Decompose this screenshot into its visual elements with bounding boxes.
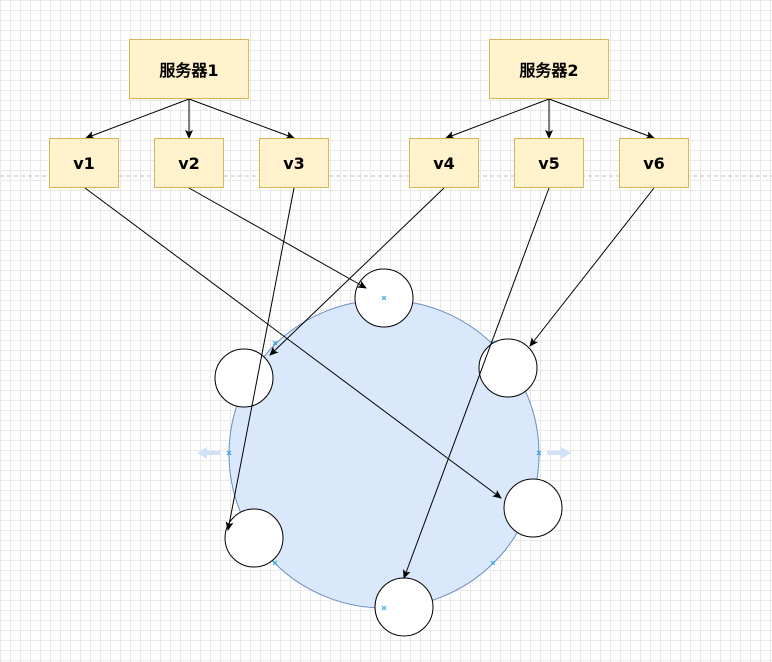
ring-node-right-upper bbox=[478, 338, 538, 398]
diagram-canvas bbox=[0, 98, 772, 637]
vnode-v2[interactable]: v2 bbox=[154, 138, 224, 188]
server-1-box[interactable]: 服务器1 bbox=[129, 39, 249, 99]
ring-node-left-lower bbox=[224, 508, 284, 568]
server-arrows bbox=[85, 98, 655, 139]
server-2-box[interactable]: 服务器2 bbox=[489, 39, 609, 99]
right-hint-arrow bbox=[547, 447, 571, 459]
ring-node-left-upper bbox=[214, 348, 274, 408]
vnode-v4[interactable]: v4 bbox=[409, 138, 479, 188]
ring-node-right-lower bbox=[503, 478, 563, 538]
vnode-v3[interactable]: v3 bbox=[259, 138, 329, 188]
left-hint-arrow bbox=[197, 447, 221, 459]
vnode-v1[interactable]: v1 bbox=[49, 138, 119, 188]
arrow-v6 bbox=[529, 187, 655, 347]
vnode-v5[interactable]: v5 bbox=[514, 138, 584, 188]
vnode-v6[interactable]: v6 bbox=[619, 138, 689, 188]
